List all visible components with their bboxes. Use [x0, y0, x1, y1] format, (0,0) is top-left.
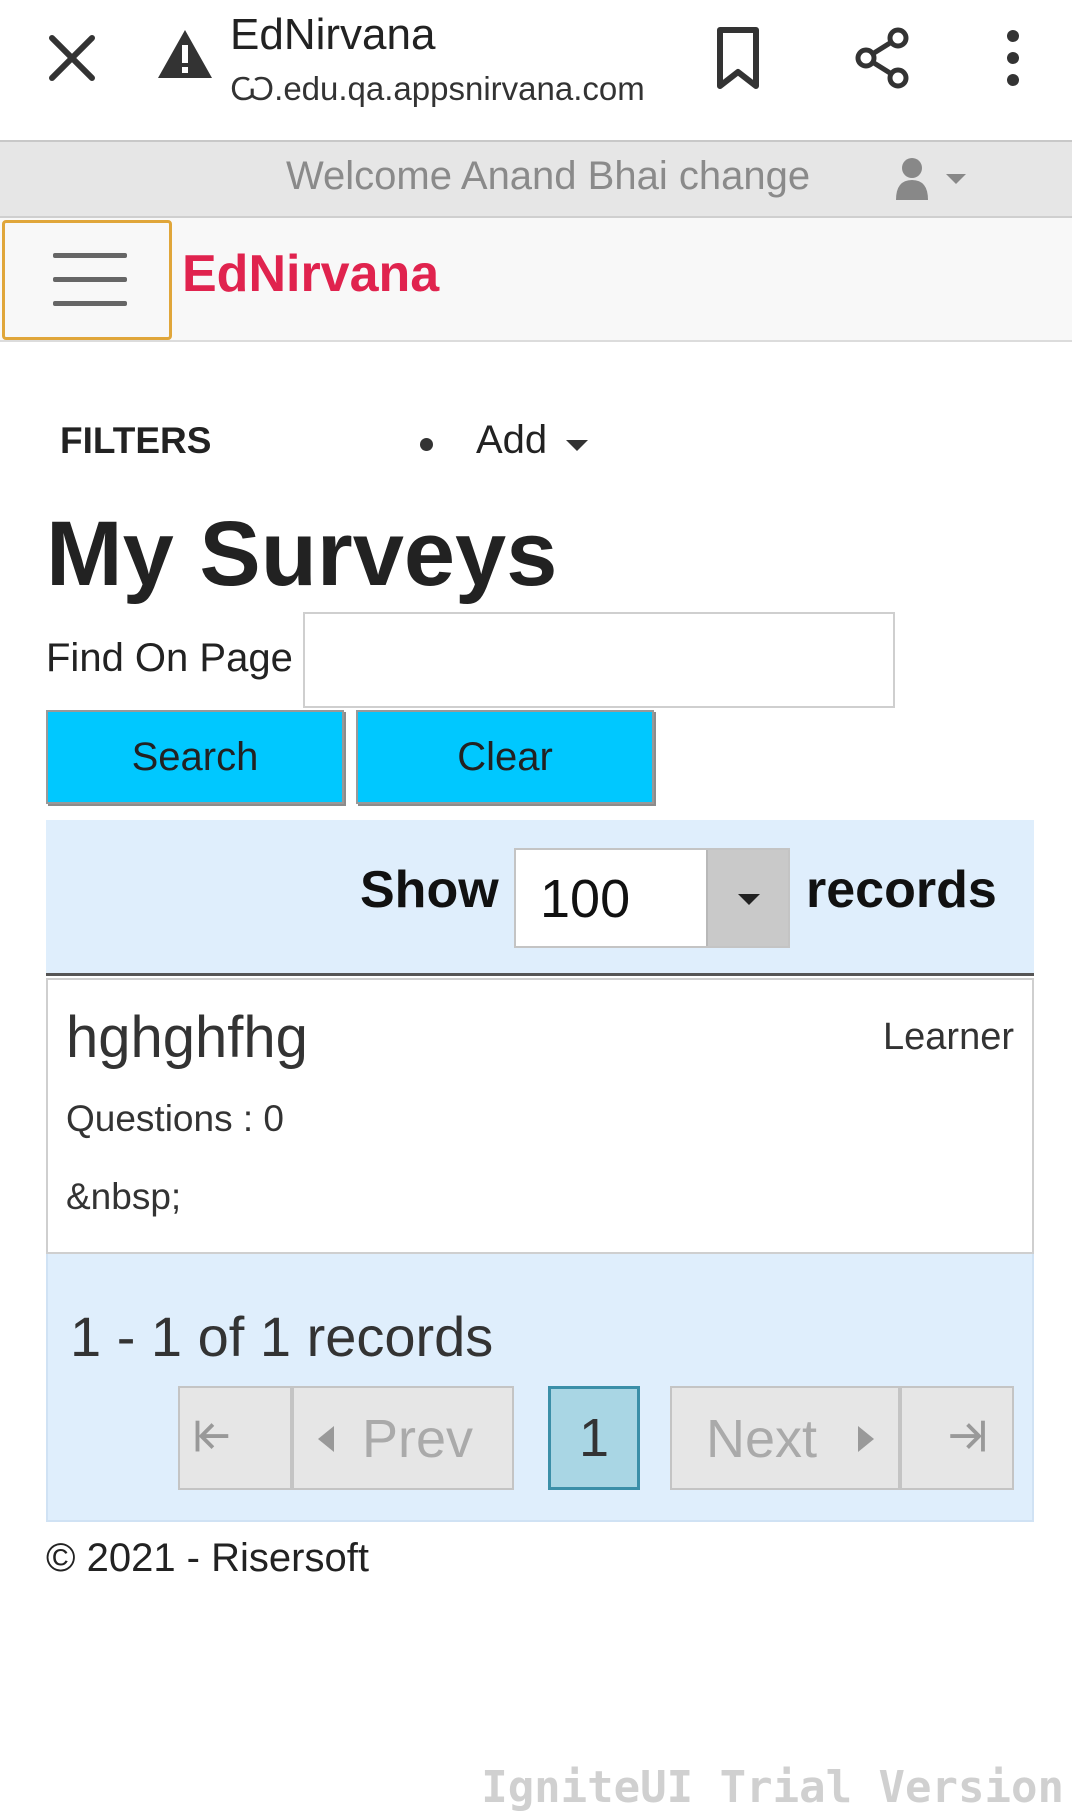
brand-logo[interactable]: EdNirvana	[182, 244, 439, 304]
clear-button[interactable]: Clear	[356, 710, 654, 804]
chevron-down-icon	[738, 894, 760, 905]
last-page-button[interactable]	[900, 1386, 1014, 1490]
survey-role: Learner	[883, 1016, 1014, 1058]
bullet-icon	[420, 438, 433, 451]
bookmark-icon[interactable]	[712, 26, 764, 90]
hamburger-icon	[53, 253, 127, 258]
trial-watermark: IgniteUI Trial Version	[481, 1762, 1064, 1813]
hamburger-icon-line	[53, 277, 127, 282]
page-number-button[interactable]: 1	[548, 1386, 640, 1490]
caret-down-icon[interactable]	[566, 440, 588, 451]
find-on-page-label: Find On Page	[46, 636, 293, 680]
list-item[interactable]: hghghfhg Learner Questions : 0 &nbsp;	[46, 978, 1034, 1254]
page-title: My Surveys	[46, 503, 558, 605]
footer-copyright: © 2021 - Risersoft	[46, 1536, 369, 1580]
warning-icon[interactable]	[156, 28, 214, 80]
welcome-text: Welcome Anand Bhai change	[286, 154, 811, 198]
prev-page-button[interactable]: Prev	[292, 1386, 514, 1490]
page-size-value: 100	[540, 869, 631, 929]
find-on-page-input[interactable]	[303, 612, 895, 708]
next-page-button[interactable]: Next	[670, 1386, 900, 1490]
filters-label[interactable]: FILTERS	[60, 420, 211, 462]
browser-toolbar: EdNirvana Ѡ.edu.qa.appsnirvana.com	[0, 0, 1072, 142]
grid-pager: 1 - 1 of 1 records Prev 1 Next	[46, 1254, 1034, 1522]
welcome-bar: Welcome Anand Bhai change	[0, 142, 1072, 218]
add-menu[interactable]: Add	[476, 418, 547, 463]
share-icon[interactable]	[852, 26, 912, 90]
caret-right-icon	[858, 1426, 874, 1452]
page-size-dropdown-button[interactable]	[706, 850, 788, 946]
next-label: Next	[706, 1409, 818, 1469]
hamburger-icon-line	[53, 301, 127, 306]
close-icon[interactable]	[42, 28, 102, 88]
browser-url[interactable]: Ѡ.edu.qa.appsnirvana.com	[230, 70, 645, 108]
first-page-icon	[195, 1420, 229, 1452]
survey-name[interactable]: hghghfhg	[66, 1004, 308, 1071]
browser-page-title: EdNirvana	[230, 10, 436, 59]
survey-questions: Questions : 0	[66, 1098, 285, 1139]
last-page-icon	[950, 1420, 985, 1452]
hamburger-menu-button[interactable]	[2, 220, 172, 340]
user-icon[interactable]	[894, 156, 974, 204]
search-button[interactable]: Search	[46, 710, 344, 804]
caret-left-icon	[318, 1426, 334, 1452]
first-page-button[interactable]	[178, 1386, 292, 1490]
prev-label: Prev	[362, 1409, 474, 1469]
survey-extra: &nbsp;	[66, 1176, 182, 1217]
show-label: Show	[360, 861, 499, 919]
grid-toolbar: Show 100 records	[46, 820, 1034, 976]
records-label: records	[806, 861, 997, 919]
more-vert-icon[interactable]	[998, 26, 1028, 90]
pager-summary: 1 - 1 of 1 records	[70, 1305, 494, 1368]
navbar: EdNirvana	[0, 218, 1072, 342]
page-size-select[interactable]: 100	[514, 848, 790, 948]
